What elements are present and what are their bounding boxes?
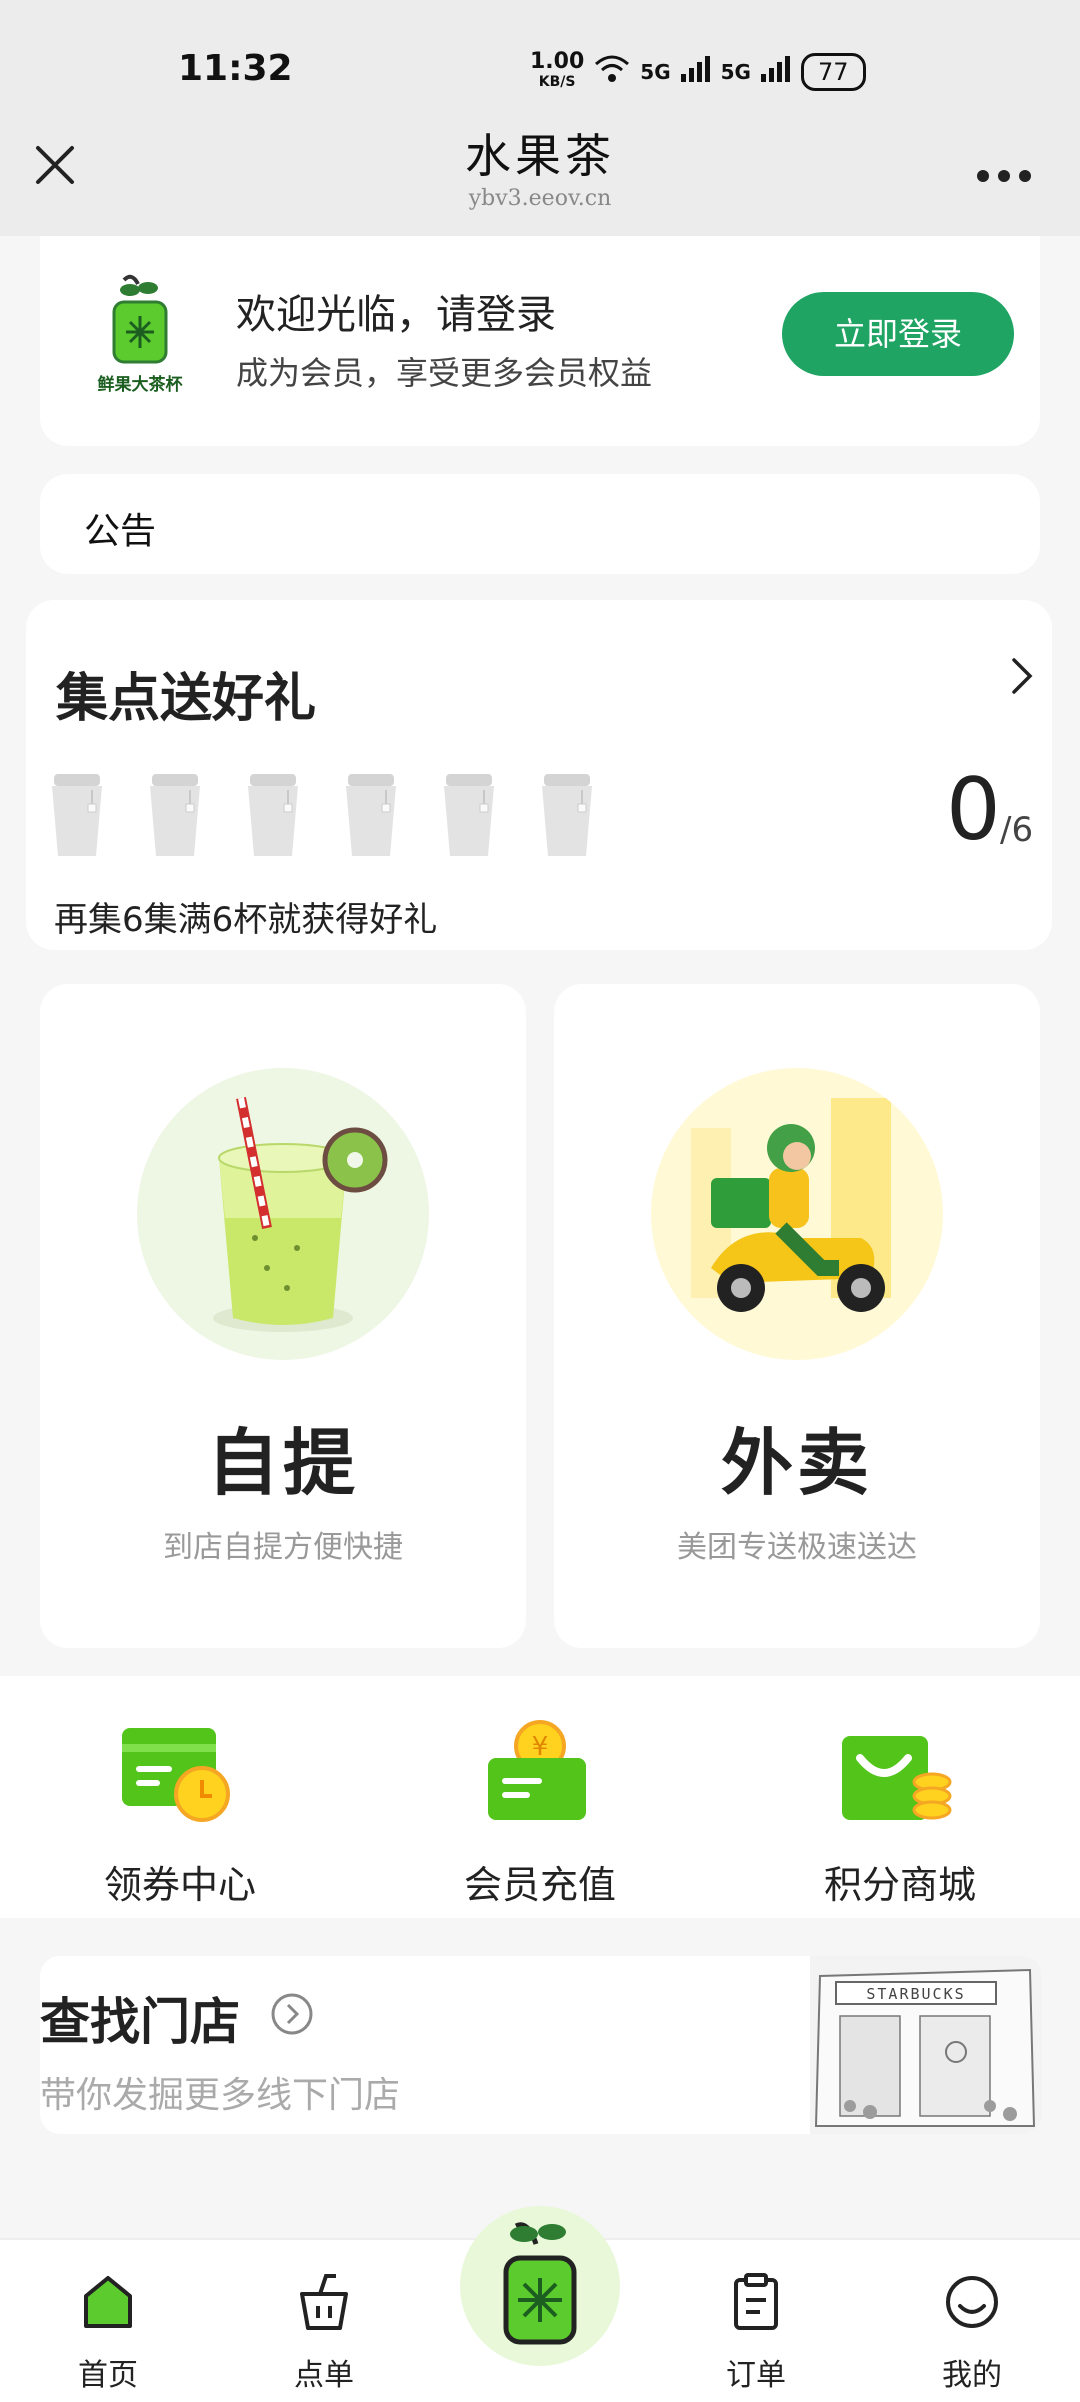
coupon-center-entry[interactable]: 领券中心 xyxy=(30,1676,330,1918)
storefront-sketch-image: STARBUCKS xyxy=(810,1956,1042,2134)
member-recharge-label: 会员充值 xyxy=(463,1863,616,1907)
stamp-card-title: 集点送好礼 xyxy=(56,669,317,729)
status-icons: 1.00 KB/S 5G 5G 77 xyxy=(530,49,866,92)
stamp-cup-icon xyxy=(440,770,498,860)
stamp-hint: 再集6集满6杯就获得好礼 xyxy=(54,900,438,940)
coupon-center-label: 领券中心 xyxy=(103,1863,256,1907)
stamp-card[interactable]: 集点送好礼 0 /6 再集6集满6杯就获得好礼 xyxy=(26,600,1052,950)
arrow-circle-right-icon[interactable] xyxy=(270,1992,314,2036)
shopping-bag-icon xyxy=(838,1718,958,1828)
login-card: 鲜果大茶杯 欢迎光临，请登录 成为会员，享受更多会员权益 立即登录 xyxy=(40,236,1040,446)
center-brand-button[interactable] xyxy=(460,2206,620,2366)
stamp-cup-icon xyxy=(342,770,400,860)
login-button[interactable]: 立即登录 xyxy=(782,292,1014,376)
brand-logo-text: 鲜果大茶杯 xyxy=(97,375,183,395)
network-speed: 1.00 KB/S xyxy=(530,49,585,91)
pickup-title: 自提 xyxy=(206,1421,359,1505)
brand-logo: 鲜果大茶杯 xyxy=(80,274,200,395)
stamp-cups xyxy=(48,770,596,860)
cup-icon xyxy=(296,2272,352,2332)
quick-entry-bar: 领券中心 ¥ 会员充值 积分商城 xyxy=(0,1676,1080,1918)
brand-cup-icon xyxy=(503,2222,577,2345)
points-mall-label: 积分商城 xyxy=(823,1863,976,1907)
tab-orders-label: 订单 xyxy=(726,2358,786,2393)
delivery-title: 外卖 xyxy=(720,1421,873,1505)
signal-bars-2-icon xyxy=(760,56,791,88)
login-title: 欢迎光临，请登录 xyxy=(236,292,556,338)
points-mall-entry[interactable]: 积分商城 xyxy=(750,1676,1050,1918)
signal-bars-1-icon xyxy=(680,56,711,88)
tab-profile[interactable]: 我的 xyxy=(892,2240,1052,2402)
page-title: 水果茶 xyxy=(465,129,615,183)
status-time: 11:32 xyxy=(178,48,293,89)
chevron-right-icon[interactable] xyxy=(1006,656,1036,696)
home-icon xyxy=(80,2272,136,2332)
pickup-subtitle: 到店自提方便快捷 xyxy=(163,1530,403,1565)
smiley-icon xyxy=(944,2272,1000,2332)
stamp-cup-icon xyxy=(244,770,302,860)
login-subtitle: 成为会员，享受更多会员权益 xyxy=(236,354,653,392)
storefront-sign-text: STARBUCKS xyxy=(866,1985,965,2003)
page-domain: ybv3.eeov.cn xyxy=(468,186,612,211)
notice-bar[interactable]: 公告 xyxy=(40,474,1040,574)
stamp-cup-icon xyxy=(538,770,596,860)
stamp-cup-icon xyxy=(146,770,204,860)
store-finder-card[interactable]: 查找门店 带你发掘更多线下门店 STARBUCKS xyxy=(40,1956,1042,2134)
tab-home-label: 首页 xyxy=(78,2358,138,2393)
tab-order-menu[interactable]: 点单 xyxy=(244,2240,404,2402)
store-finder-subtitle: 带你发掘更多线下门店 xyxy=(40,2075,401,2116)
tab-order-menu-label: 点单 xyxy=(294,2358,354,2393)
stamp-count: 0 xyxy=(946,760,1001,860)
delivery-image xyxy=(651,1068,943,1360)
signal-5g-2: 5G xyxy=(720,60,751,84)
delivery-subtitle: 美团专送极速送达 xyxy=(677,1530,917,1565)
wifi-icon xyxy=(594,54,630,90)
tab-home[interactable]: 首页 xyxy=(28,2240,188,2402)
battery-indicator: 77 xyxy=(800,53,866,91)
pickup-card[interactable]: 自提 到店自提方便快捷 xyxy=(40,984,526,1648)
clipboard-icon xyxy=(728,2272,784,2332)
member-recharge-entry[interactable]: ¥ 会员充值 xyxy=(390,1676,690,1918)
notice-label: 公告 xyxy=(84,511,157,552)
coupon-icon xyxy=(118,1718,238,1828)
svg-text:¥: ¥ xyxy=(532,1732,549,1762)
signal-5g-1: 5G xyxy=(640,60,671,84)
tab-orders[interactable]: 订单 xyxy=(676,2240,836,2402)
stamp-cup-icon xyxy=(48,770,106,860)
tab-profile-label: 我的 xyxy=(942,2358,1002,2393)
delivery-card[interactable]: 外卖 美团专送极速送达 xyxy=(554,984,1040,1648)
store-finder-title: 查找门店 xyxy=(40,1993,240,2051)
more-options-icon[interactable] xyxy=(976,160,1032,183)
pickup-image xyxy=(137,1068,429,1360)
recharge-icon: ¥ xyxy=(478,1718,598,1828)
stamp-total: /6 xyxy=(1000,810,1034,850)
